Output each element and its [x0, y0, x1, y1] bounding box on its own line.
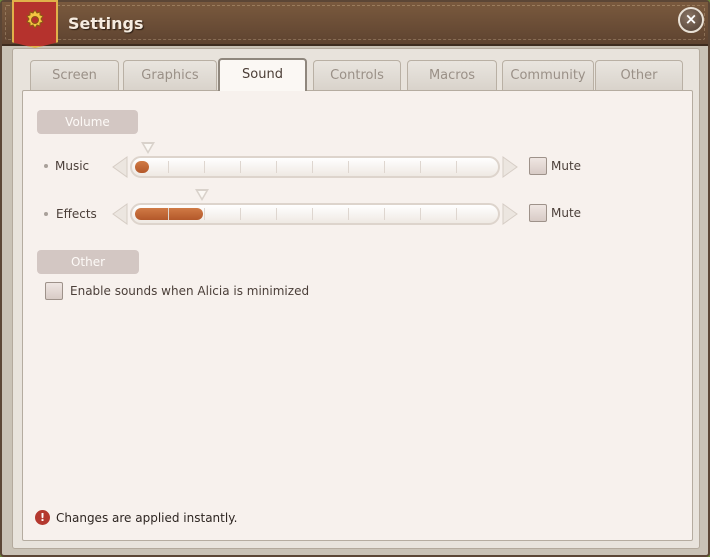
slider-tick [456, 161, 457, 173]
music-slider-thumb[interactable] [141, 142, 155, 154]
effects-bullet [44, 212, 48, 216]
slider-tick [348, 161, 349, 173]
minimized-sounds-checkbox[interactable] [45, 282, 63, 300]
slider-tick [204, 208, 205, 220]
slider-tick [384, 161, 385, 173]
music-decrease-arrow[interactable] [112, 156, 128, 178]
tab-other[interactable]: Other [595, 60, 683, 90]
slider-tick [312, 161, 313, 173]
music-volume-slider[interactable] [130, 156, 500, 178]
effects-mute-label: Mute [551, 206, 582, 220]
slider-tick [420, 208, 421, 220]
slider-tick [348, 208, 349, 220]
music-increase-arrow[interactable] [502, 156, 518, 178]
effects-volume-fill [135, 208, 203, 220]
music-bullet [44, 164, 48, 168]
effects-increase-arrow[interactable] [502, 203, 518, 225]
tab-community[interactable]: Community [502, 60, 594, 90]
slider-tick [204, 161, 205, 173]
close-button[interactable]: × [678, 7, 704, 33]
slider-tick [420, 161, 421, 173]
gear-icon [26, 9, 44, 29]
effects-decrease-arrow[interactable] [112, 203, 128, 225]
tab-macros[interactable]: Macros [407, 60, 497, 90]
slider-tick [456, 208, 457, 220]
tab-graphics[interactable]: Graphics [123, 60, 217, 90]
effects-slider-thumb[interactable] [195, 189, 209, 201]
slider-tick [168, 161, 169, 173]
effects-volume-slider[interactable] [130, 203, 500, 225]
slider-tick [384, 208, 385, 220]
slider-tick [276, 208, 277, 220]
window-title: Settings [68, 14, 144, 33]
volume-section-header: Volume [37, 110, 138, 134]
gear-badge [12, 0, 58, 48]
minimized-sounds-label: Enable sounds when Alicia is minimized [70, 284, 310, 298]
music-mute-checkbox[interactable] [529, 157, 547, 175]
tab-controls[interactable]: Controls [313, 60, 401, 90]
settings-window: Settings × Screen Graphics Sound Control… [0, 0, 710, 557]
effects-mute-checkbox[interactable] [529, 204, 547, 222]
music-volume-fill [135, 161, 149, 173]
slider-tick [168, 208, 169, 220]
title-bar[interactable]: Settings × [2, 0, 708, 48]
tab-screen[interactable]: Screen [30, 60, 119, 90]
music-mute-label: Mute [551, 159, 582, 173]
slider-tick [240, 161, 241, 173]
slider-tick [312, 208, 313, 220]
slider-tick [276, 161, 277, 173]
music-label: Music [55, 159, 90, 173]
effects-label: Effects [56, 207, 97, 221]
other-section-header: Other [37, 250, 139, 274]
tab-sound[interactable]: Sound [218, 58, 307, 91]
notice-text: Changes are applied instantly. [56, 511, 238, 525]
warning-icon: ! [35, 510, 50, 525]
slider-tick [240, 208, 241, 220]
